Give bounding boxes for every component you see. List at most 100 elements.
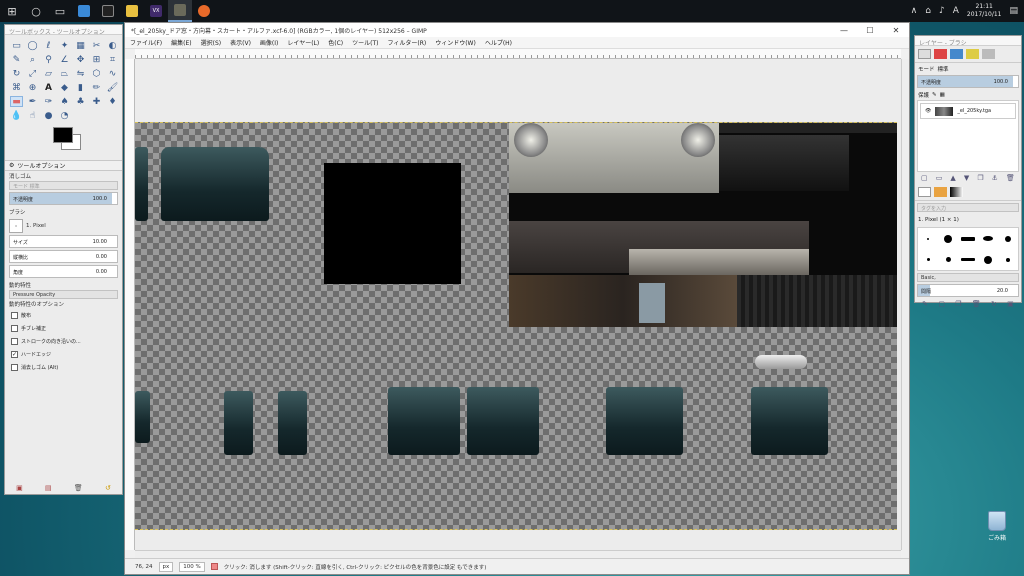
layers-tab-icon[interactable] xyxy=(918,49,931,59)
app-icon[interactable] xyxy=(72,0,96,22)
brush-tag-input[interactable]: タグを入力 xyxy=(917,203,1019,212)
paths-tab-icon[interactable] xyxy=(950,49,963,59)
checkbox[interactable] xyxy=(11,312,18,319)
anchor-icon[interactable]: ⚓ xyxy=(992,174,998,182)
vertical-ruler[interactable] xyxy=(125,59,135,550)
notification-icon[interactable]: ▤ xyxy=(1009,6,1018,16)
blur-icon[interactable]: 💧 xyxy=(10,110,23,121)
lower-layer-icon[interactable]: ▼ xyxy=(964,174,969,182)
unified-transform-icon[interactable]: ⌘ xyxy=(10,82,23,93)
delete-layer-icon[interactable]: 🗑 xyxy=(1006,174,1015,182)
lock-pixels-icon[interactable]: ✎ xyxy=(932,92,937,98)
restore-options-icon[interactable]: ▤ xyxy=(45,484,52,492)
horizontal-ruler[interactable] xyxy=(135,49,901,59)
layer-mode-row[interactable]: モード 標準 xyxy=(915,63,1021,74)
dynamics-options-expander[interactable]: 動的特性のオプション xyxy=(9,300,64,308)
minimize-button[interactable]: — xyxy=(831,26,857,35)
menu-file[interactable]: ファイル(F) xyxy=(130,38,162,47)
fuzzy-select-icon[interactable]: ✦ xyxy=(58,40,71,51)
perspective-clone-icon[interactable]: ♦ xyxy=(106,96,119,107)
check-hard-edge[interactable]: ✓ ハードエッジ xyxy=(5,348,122,361)
align-icon[interactable]: ⊞ xyxy=(90,54,103,65)
brush-set-select[interactable]: Basic, xyxy=(917,273,1019,282)
delete-options-icon[interactable]: 🗑 xyxy=(74,484,83,492)
shear-icon[interactable]: ▱ xyxy=(42,68,55,79)
layer-group-icon[interactable]: ▭ xyxy=(936,174,943,182)
terminal-icon[interactable] xyxy=(96,0,120,22)
perspective-icon[interactable]: ⏢ xyxy=(58,68,71,79)
reset-options-icon[interactable]: ↺ xyxy=(105,484,111,492)
recycle-bin-desktop-icon[interactable]: ごみ箱 xyxy=(981,511,1013,542)
zoom-icon[interactable]: ⚲ xyxy=(42,54,55,65)
save-options-icon[interactable]: ▣ xyxy=(16,484,23,492)
paint-icon[interactable]: ◔ xyxy=(58,110,71,121)
lock-alpha-icon[interactable]: ▦ xyxy=(940,92,945,98)
paintbrush-icon[interactable]: 🖌 xyxy=(106,82,119,93)
ime-indicator[interactable]: A xyxy=(953,6,959,16)
clone-icon[interactable]: ♣ xyxy=(74,96,87,107)
menu-colors[interactable]: 色(C) xyxy=(328,38,343,47)
mode-select[interactable]: モード 標準 xyxy=(9,181,118,190)
crop-icon[interactable]: ⌗ xyxy=(106,54,119,65)
heal-icon[interactable]: ✚ xyxy=(90,96,103,107)
windows-start-icon[interactable]: ⊞ xyxy=(0,0,24,22)
menu-windows[interactable]: ウィンドウ(W) xyxy=(435,38,476,47)
edit-brush-icon[interactable]: ✎ xyxy=(922,300,928,308)
flip-icon[interactable]: ⇋ xyxy=(74,68,87,79)
menu-tools[interactable]: ツール(T) xyxy=(352,38,378,47)
menu-edit[interactable]: 編集(E) xyxy=(171,38,191,47)
eye-icon[interactable]: 👁 xyxy=(925,108,931,114)
smudge-icon[interactable]: ☝ xyxy=(26,110,39,121)
unit-select[interactable]: px xyxy=(158,561,174,572)
move-icon[interactable]: ✥ xyxy=(74,54,87,65)
color-picker-icon[interactable]: ⌕ xyxy=(26,54,39,65)
menu-select[interactable]: 選択(S) xyxy=(201,38,222,47)
brushes-tab-icon[interactable] xyxy=(918,187,931,197)
eraser-icon[interactable]: ▬ xyxy=(10,96,23,107)
scissors-icon[interactable]: ✂ xyxy=(90,40,103,51)
refresh-brush-icon[interactable]: ↻ xyxy=(991,300,997,308)
brush-grid[interactable] xyxy=(917,227,1019,271)
menu-filters[interactable]: フィルター(R) xyxy=(387,38,426,47)
raise-layer-icon[interactable]: ▲ xyxy=(950,174,955,182)
dynamics-select[interactable]: Pressure Opacity xyxy=(9,290,118,299)
menu-help[interactable]: ヘルプ(H) xyxy=(485,38,512,47)
volume-icon[interactable]: ♪ xyxy=(939,6,945,16)
brush-preview[interactable]: · xyxy=(9,219,23,233)
explorer-icon[interactable] xyxy=(120,0,144,22)
airbrush-icon[interactable]: ✒ xyxy=(26,96,39,107)
checkbox-checked[interactable]: ✓ xyxy=(11,351,18,358)
search-icon[interactable]: ○ xyxy=(24,0,48,22)
foreground-select-icon[interactable]: ◐ xyxy=(106,40,119,51)
checkbox[interactable] xyxy=(11,325,18,332)
duplicate-brush-icon[interactable]: ❐ xyxy=(955,300,961,308)
zoom-select[interactable]: 100 % xyxy=(179,561,205,572)
tool-options-tab[interactable]: ⚙ ツールオプション xyxy=(5,160,122,171)
spacing-slider[interactable]: 間隔 20.0 xyxy=(917,284,1019,297)
ellipse-select-icon[interactable]: ◯ xyxy=(26,40,39,51)
channels-tab-icon[interactable] xyxy=(934,49,947,59)
checkbox[interactable] xyxy=(11,364,18,371)
check-smooth[interactable]: 手ブレ補正 xyxy=(5,322,122,335)
opacity-slider[interactable]: 不透明度 100.0 xyxy=(9,192,118,205)
menu-layer[interactable]: レイヤー(L) xyxy=(287,38,319,47)
duplicate-layer-icon[interactable]: ❐ xyxy=(977,174,983,182)
rotate-icon[interactable]: ↻ xyxy=(10,68,23,79)
delete-brush-icon[interactable]: 🗑 xyxy=(972,300,981,308)
color-select-icon[interactable]: ▦ xyxy=(74,40,87,51)
close-button[interactable]: ✕ xyxy=(883,26,909,35)
menu-view[interactable]: 表示(V) xyxy=(230,38,251,47)
new-brush-icon[interactable]: ▢ xyxy=(938,300,945,308)
mypaint-brush-icon[interactable]: ♠ xyxy=(58,96,71,107)
layer-row[interactable]: 👁 _el_205ky.tga xyxy=(920,103,1016,119)
task-view-icon[interactable]: ▭ xyxy=(48,0,72,22)
text-icon[interactable]: A xyxy=(42,82,55,93)
image-canvas[interactable] xyxy=(135,122,897,530)
lasso-icon[interactable]: ℓ xyxy=(42,40,55,51)
open-as-image-icon[interactable]: ▣ xyxy=(1007,300,1014,308)
cage-icon[interactable]: ⬡ xyxy=(90,68,103,79)
measure-icon[interactable]: ∠ xyxy=(58,54,71,65)
undo-tab-icon[interactable] xyxy=(966,49,979,59)
maximize-button[interactable]: ☐ xyxy=(857,26,883,35)
size-slider[interactable]: サイズ 10.00 xyxy=(9,235,118,248)
